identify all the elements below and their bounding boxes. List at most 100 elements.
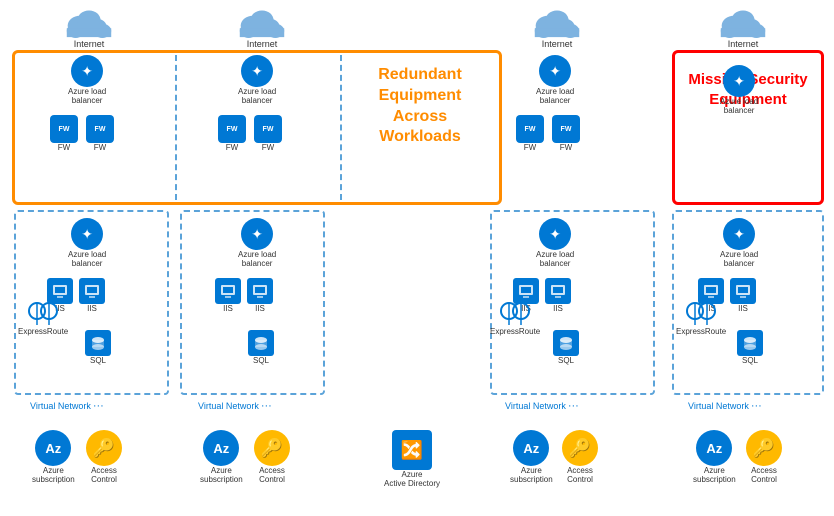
col2-iis-row: IIS IIS [215,278,273,314]
col1-er-label: ExpressRoute [18,328,68,337]
cloud-1: Internet [62,6,116,49]
col1-top-lb: ✦ Azure loadbalancer [68,55,106,106]
lb-icon-2b: ✦ [241,218,273,250]
col2-vnet-label: Virtual Network ··· [198,400,272,412]
cloud-3: Internet [530,6,584,49]
col2-azure-sub-label: Azuresubscription [200,467,243,485]
col3-sql: SQL [553,330,579,366]
col3-access: 🔑 AccessControl [562,430,598,485]
col2-fw2-label: FW [262,144,274,153]
col3-vm2 [545,278,571,304]
lb-icon-3b: ✦ [539,218,571,250]
col3-fw1: FW [516,115,544,143]
col3-vnet-label: Virtual Network ··· [505,400,579,412]
col2-fw1: FW [218,115,246,143]
col3-azure-sub: Az Azuresubscription [510,430,553,485]
col4-access-label: AccessControl [751,467,777,485]
col1-iis2-label: IIS [87,305,97,314]
er-icon-3 [499,295,531,327]
lb-icon-1b: ✦ [71,218,103,250]
col3-bot-lb-label: Azure loadbalancer [536,251,574,269]
col1-fw2: FW [86,115,114,143]
col2-bot-lb-label: Azure loadbalancer [238,251,276,269]
lb-icon-3: ✦ [539,55,571,87]
cloud-2-icon [235,6,289,38]
col3-sql-label: SQL [558,357,574,366]
key-icon-1: 🔑 [86,430,122,466]
azure-sub-icon-3: Az [513,430,549,466]
col2-iis1-label: IIS [223,305,233,314]
redundant-label: Redundant Equipment Across Workloads [350,65,490,148]
col4-vnet-label: Virtual Network ··· [688,400,762,412]
col2-fw1-label: FW [226,144,238,153]
col3-fw1-label: FW [524,144,536,153]
cloud-2-label: Internet [247,39,278,49]
col4-azure-sub: Az Azuresubscription [693,430,736,485]
col2-azure-sub: Az Azuresubscription [200,430,243,485]
col2-iis2-label: IIS [255,305,265,314]
col2-top-lb: ✦ Azure loadbalancer [238,55,276,106]
col1-azure-sub: Az Azuresubscription [32,430,75,485]
col1-bot-lb: ✦ Azure loadbalancer [68,218,106,269]
col3-er-label: ExpressRoute [490,328,540,337]
col1-fw1: FW [50,115,78,143]
lb-icon-4: ✦ [723,65,755,97]
col2-vm1 [215,278,241,304]
col1-fw2-label: FW [94,144,106,153]
col4-access: 🔑 AccessControl [746,430,782,485]
key-icon-3: 🔑 [562,430,598,466]
col3-fw2-label: FW [560,144,572,153]
col3-top-lb: ✦ Azure loadbalancer [536,55,574,106]
ad-icon: 🔀 [392,430,432,470]
col3-fw-row: FW FW FW FW [516,115,580,153]
col-divider-2 [340,55,342,200]
col1-vnet-icon: ··· [93,400,104,412]
cloud-3-icon [530,6,584,38]
sql-icon-4 [737,330,763,356]
col4-expressroute: ExpressRoute [676,295,726,337]
col1-sql-label: SQL [90,357,106,366]
cloud-1-label: Internet [74,39,105,49]
col2-vm2 [247,278,273,304]
cloud-3-label: Internet [542,39,573,49]
col4-vnet-text: Virtual Network [688,401,749,411]
col3-iis2-label: IIS [553,305,563,314]
sql-icon-3 [553,330,579,356]
col2-fw2: FW [254,115,282,143]
azure-sub-icon-4: Az [696,430,732,466]
azure-sub-icon-1: Az [35,430,71,466]
col1-access-label: AccessControl [91,467,117,485]
col2-sql-label: SQL [253,357,269,366]
col3-vnet-text: Virtual Network [505,401,566,411]
cloud-2: Internet [235,6,289,49]
col4-azure-sub-label: Azuresubscription [693,467,736,485]
col4-bot-lb: ✦ Azure loadbalancer [720,218,758,269]
key-icon-4: 🔑 [746,430,782,466]
col1-access: 🔑 AccessControl [86,430,122,485]
sql-icon-2 [248,330,274,356]
col4-iis2-label: IIS [738,305,748,314]
azure-sub-icon-2: Az [203,430,239,466]
col2-vnet-icon: ··· [261,400,272,412]
col4-top-lb-label: Azure loadbalancer [720,98,758,116]
diagram: Redundant Equipment Across Workloads Mis… [0,0,834,516]
col4-sql: SQL [737,330,763,366]
col4-vnet-icon: ··· [751,400,762,412]
lb-icon-2: ✦ [241,55,273,87]
col1-azure-sub-label: Azuresubscription [32,467,75,485]
cloud-4-label: Internet [728,39,759,49]
col3-top-lb-label: Azure loadbalancer [536,88,574,106]
col1-vnet-label: Virtual Network ··· [30,400,104,412]
col3-expressroute: ExpressRoute [490,295,540,337]
col-divider-1 [175,55,177,200]
col1-sql: SQL [85,330,111,366]
col2-sql: SQL [248,330,274,366]
col1-vnet-text: Virtual Network [30,401,91,411]
col2-bot-lb: ✦ Azure loadbalancer [238,218,276,269]
cloud-4: Internet [716,6,770,49]
col4-er-label: ExpressRoute [676,328,726,337]
er-icon-1 [27,295,59,327]
sql-icon-1 [85,330,111,356]
col4-top-lb: ✦ Azure loadbalancer [720,65,758,116]
col3-fw2: FW [552,115,580,143]
